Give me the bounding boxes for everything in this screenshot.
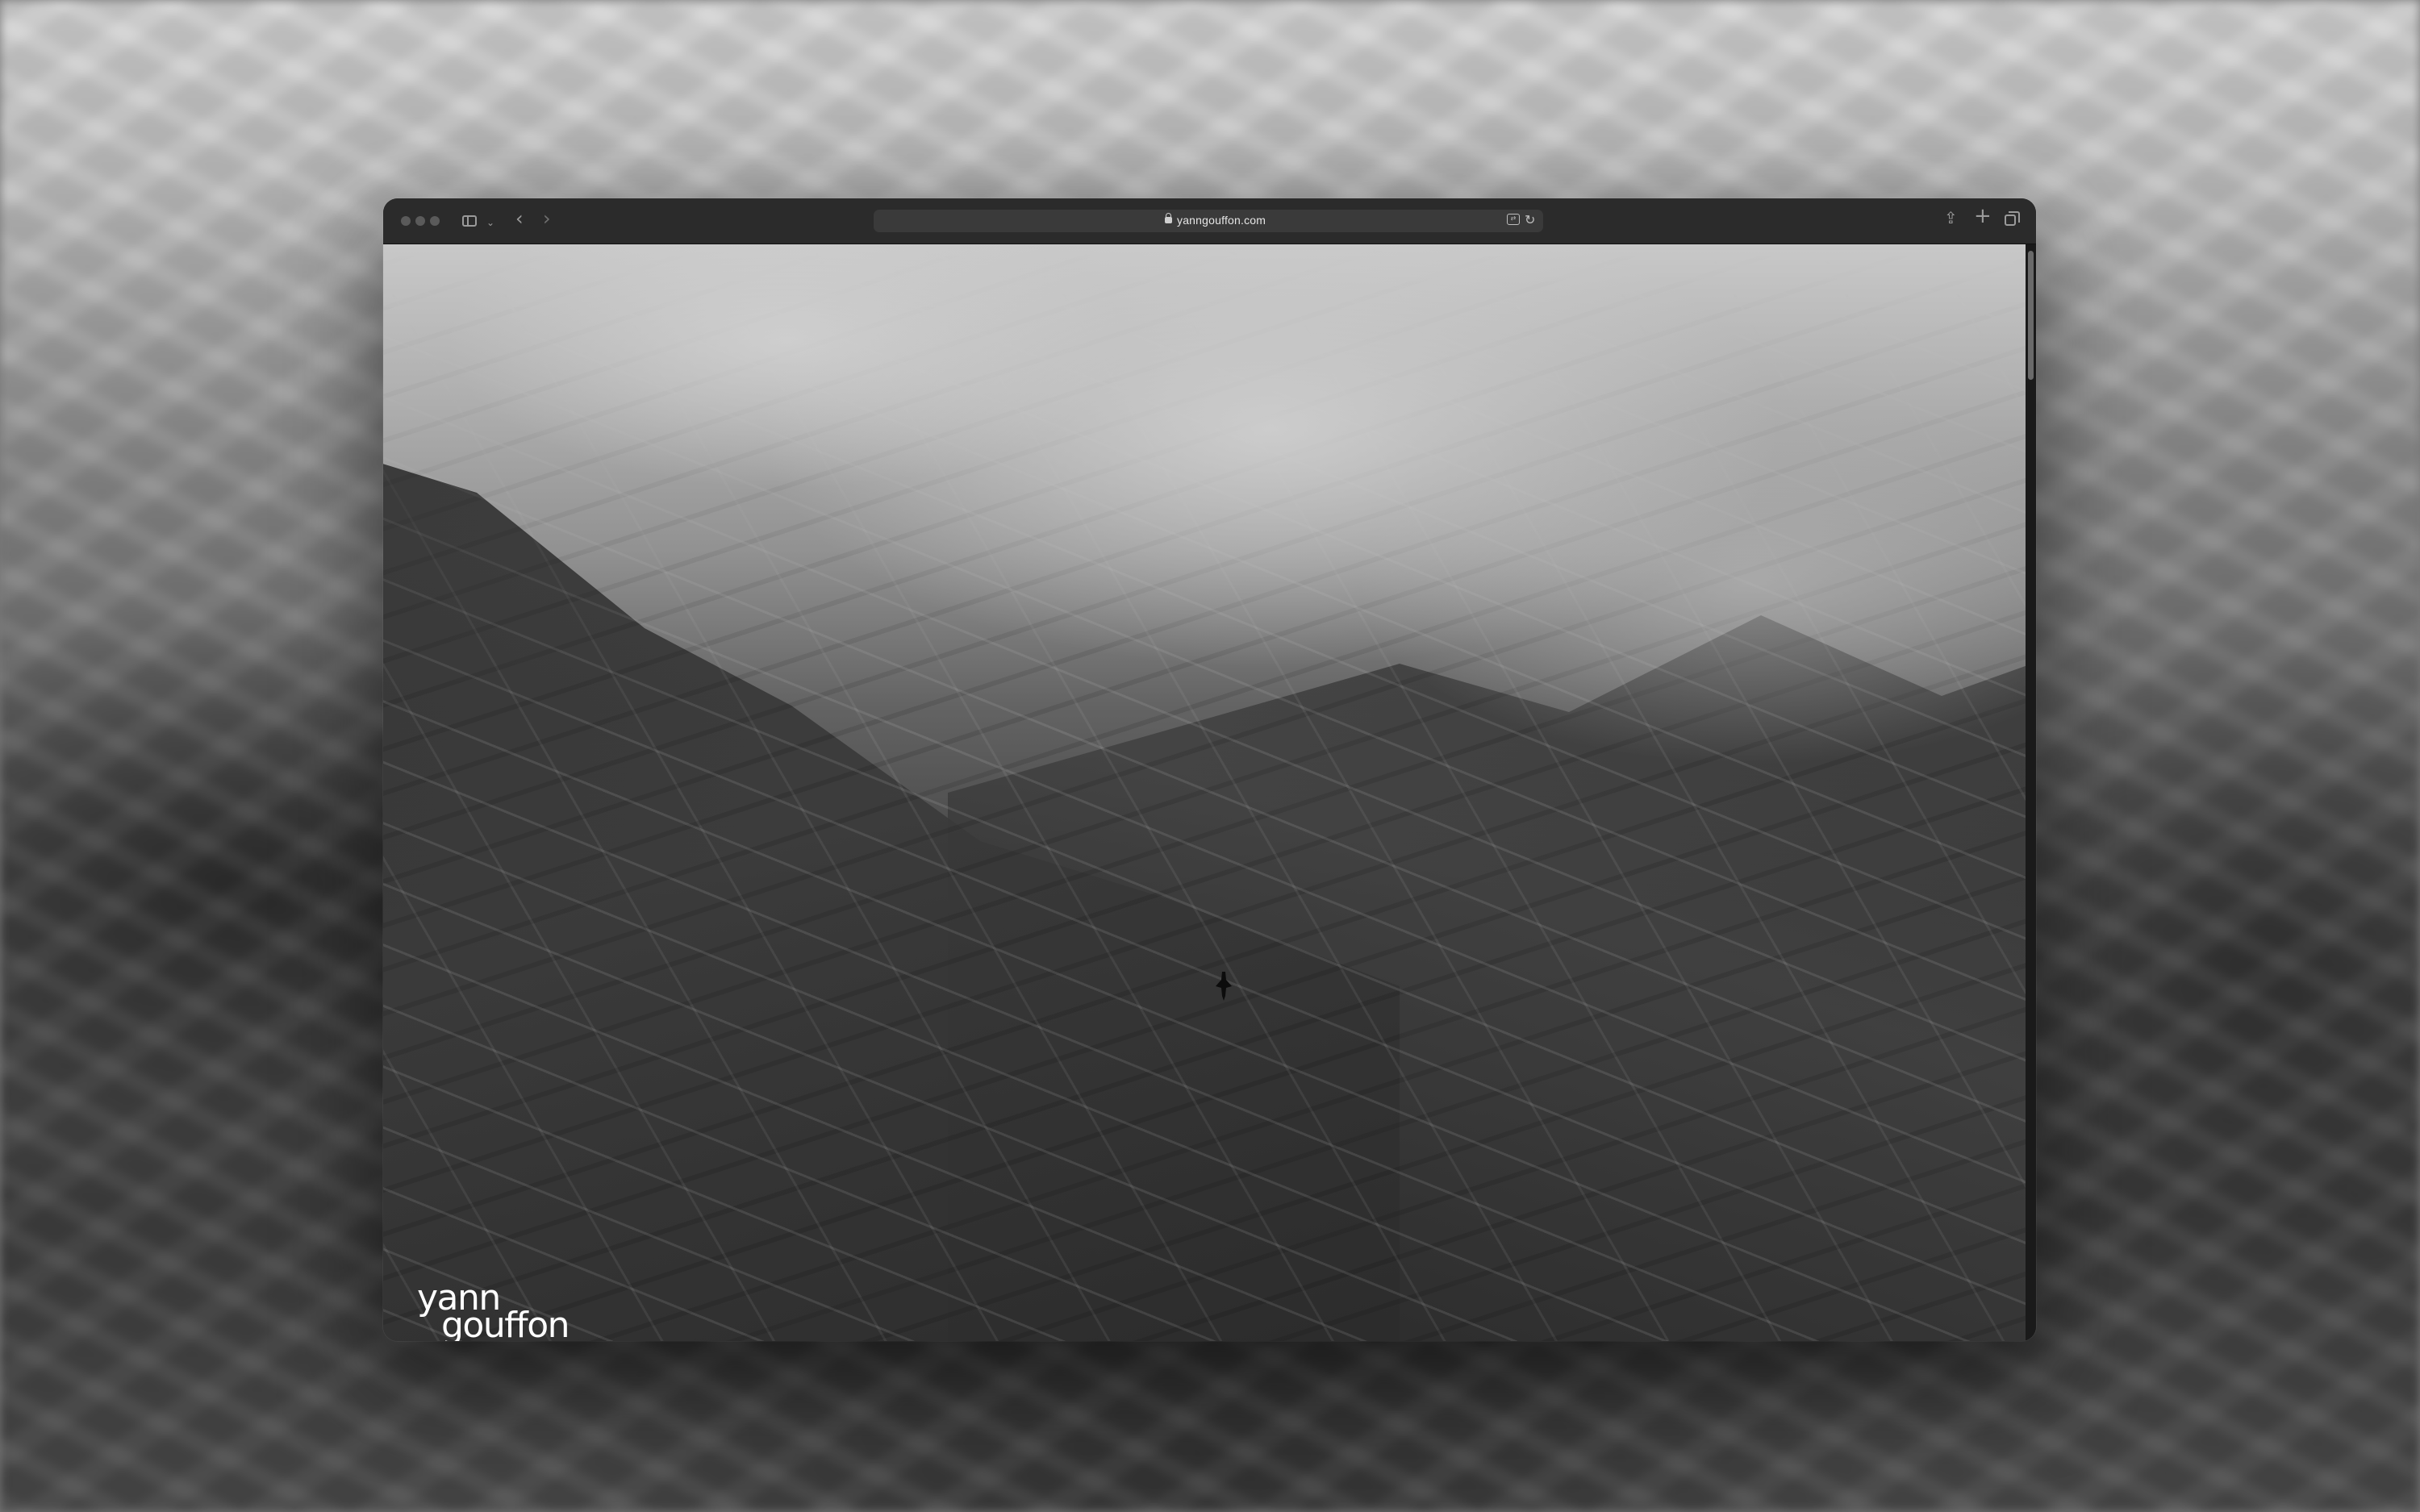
sidebar-icon[interactable] (462, 215, 477, 227)
lock-icon (1165, 213, 1172, 223)
plus-icon[interactable]: + (1974, 206, 1992, 227)
url-text[interactable]: yanngouffon.com (1177, 214, 1266, 227)
reload-icon[interactable]: ↻ (1525, 212, 1535, 227)
scrollbar-thumb[interactable] (2028, 251, 2034, 380)
maximize-window-button[interactable] (430, 216, 440, 226)
browser-toolbar: ⌄ ‹ › yanngouffon.com ⇄ ↻ ⇪ + (383, 198, 2036, 244)
browser-window: ⌄ ‹ › yanngouffon.com ⇄ ↻ ⇪ + yann gouff… (383, 198, 2036, 1341)
site-logo[interactable]: yann gouffon (417, 1281, 570, 1342)
share-icon[interactable]: ⇪ (1944, 210, 1958, 226)
close-window-button[interactable] (401, 216, 411, 226)
translate-icon[interactable]: ⇄ (1507, 214, 1520, 225)
hero-photo (383, 244, 2026, 1341)
tabs-icon[interactable] (2005, 211, 2020, 226)
scrollbar[interactable] (2026, 244, 2036, 1341)
fog-overlay (383, 244, 2026, 1341)
page-content: yann gouffon (383, 244, 2026, 1341)
chevron-left-icon[interactable]: ‹ (515, 209, 524, 228)
chevron-down-icon[interactable]: ⌄ (486, 215, 494, 231)
bird-silhouette (1216, 972, 1232, 1001)
minimize-window-button[interactable] (415, 216, 425, 226)
chevron-right-icon[interactable]: › (543, 209, 551, 228)
address-bar[interactable]: yanngouffon.com ⇄ ↻ (874, 210, 1543, 232)
